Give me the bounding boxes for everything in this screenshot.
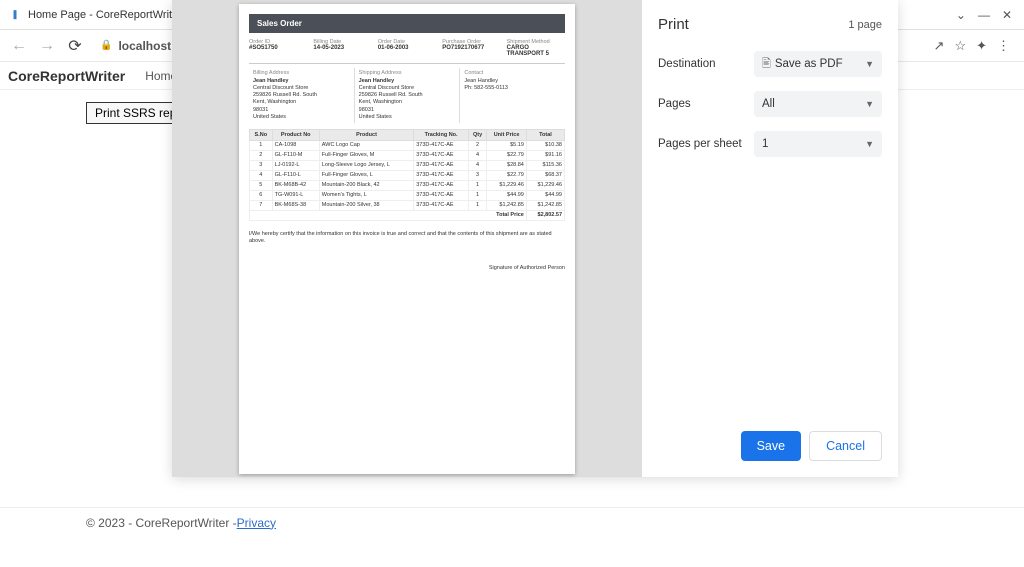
tab-title: Home Page - CoreReportWriter [28,9,182,21]
save-button[interactable]: Save [741,431,802,461]
pages-select[interactable]: All ▼ [754,91,882,117]
pdf-icon: 🖹 [762,55,771,74]
window-close-icon[interactable]: ✕ [1002,8,1012,22]
chevron-down-icon: ▼ [865,99,874,109]
chevron-down-icon: ▼ [865,139,874,149]
app-title: CoreReportWriter [8,68,125,84]
print-dialog: Sales Order Order ID#SO51750 Billing Dat… [172,0,898,477]
window-controls: ⌄ — ✕ [956,8,1024,22]
chevron-down-icon: ▼ [865,59,874,69]
page-count: 1 page [848,19,882,31]
menu-icon[interactable]: ⋮ [997,38,1010,54]
print-settings-panel: Print 1 page Destination 🖹 Save as PDF ▼… [642,0,898,477]
back-button[interactable]: ← [8,35,30,57]
page-footer: © 2023 - CoreReportWriter - Privacy [0,507,1024,537]
reload-button[interactable]: ⟳ [64,35,86,57]
privacy-link[interactable]: Privacy [237,516,276,530]
cancel-button[interactable]: Cancel [809,431,882,461]
window-chevron-icon[interactable]: ⌄ [956,8,966,22]
destination-select[interactable]: 🖹 Save as PDF ▼ [754,51,882,77]
items-table: S.NoProduct NoProductTracking No.QtyUnit… [249,129,565,221]
print-dialog-title: Print [658,16,689,33]
share-icon[interactable]: ↗ [934,38,945,54]
pages-per-sheet-select[interactable]: 1 ▼ [754,131,882,157]
extensions-icon[interactable]: ✦ [976,38,987,54]
bookmark-icon[interactable]: ☆ [954,38,966,54]
print-preview-area[interactable]: Sales Order Order ID#SO51750 Billing Dat… [172,0,642,477]
tab-favicon-icon: ❚ [8,8,22,22]
lock-icon: 🔒 [100,40,112,51]
window-minimize-icon[interactable]: — [978,8,990,22]
preview-page: Sales Order Order ID#SO51750 Billing Dat… [239,4,575,474]
forward-button[interactable]: → [36,35,58,57]
report-title: Sales Order [249,14,565,33]
